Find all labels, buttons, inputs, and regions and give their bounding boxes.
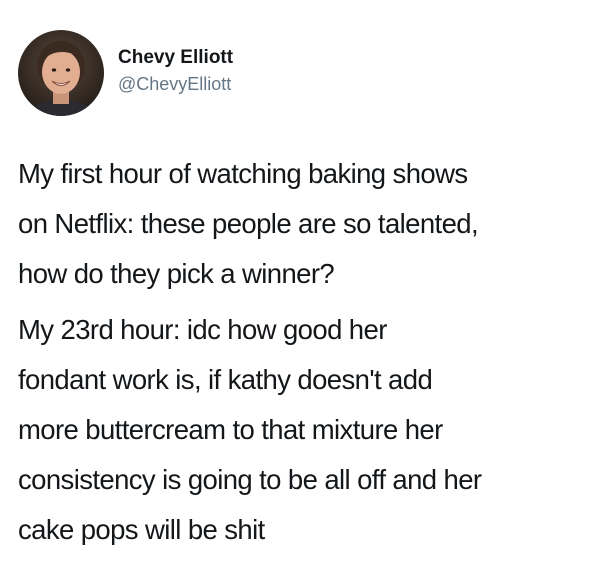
avatar[interactable] — [18, 30, 104, 116]
tweet-paragraph-2: My 23rd hour: idc how good her fondant w… — [18, 314, 482, 545]
tweet-paragraph-1: My first hour of watching baking shows o… — [18, 158, 479, 289]
author-names: Chevy Elliott @ChevyElliott — [118, 46, 233, 96]
tweet-card: Chevy Elliott @ChevyElliott My first hou… — [0, 0, 600, 562]
tweet-text: My first hour of watching baking shows o… — [18, 149, 588, 555]
profile-photo-icon — [18, 30, 104, 116]
author-display-name[interactable]: Chevy Elliott — [118, 46, 233, 70]
author-handle[interactable]: @ChevyElliott — [118, 72, 233, 96]
tweet-header: Chevy Elliott @ChevyElliott — [18, 29, 233, 117]
